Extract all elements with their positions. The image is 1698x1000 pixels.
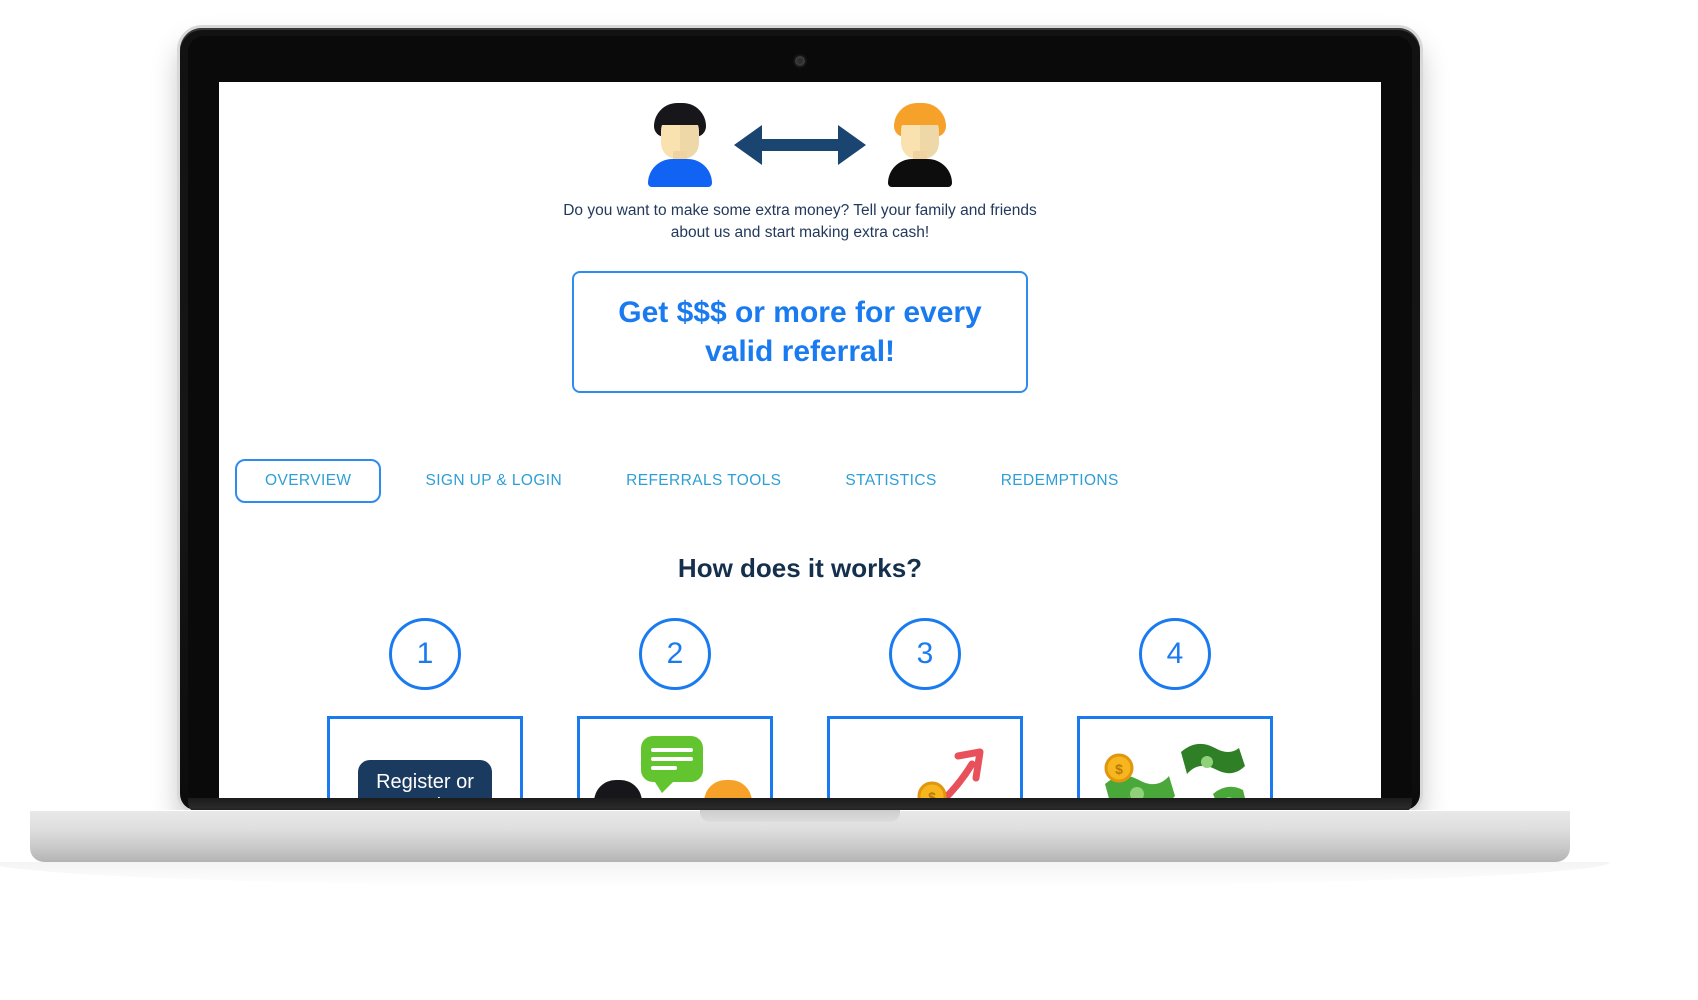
- money-illustration: $ $ $: [1085, 724, 1265, 804]
- screenshot-root: Do you want to make some extra money? Te…: [0, 0, 1698, 1000]
- steps-row: 1 Register or Log in 2: [219, 617, 1381, 804]
- person-black-shirt-icon: [888, 103, 952, 187]
- laptop-base-shadow: [0, 862, 1610, 888]
- tab-overview[interactable]: OVERVIEW: [235, 458, 382, 503]
- hero-subtitle-line-1: Do you want to make some extra money? Te…: [563, 202, 1037, 219]
- webcam-icon: [795, 56, 805, 66]
- laptop-mockup: Do you want to make some extra money? Te…: [0, 28, 1610, 888]
- step-1-card: Register or Log in: [327, 715, 523, 804]
- growth-arrow-illustration: $: [840, 734, 1010, 804]
- laptop-lid: Do you want to make some extra money? Te…: [180, 28, 1420, 814]
- person-blue-shirt-icon: [648, 103, 712, 187]
- laptop-base: [30, 810, 1570, 862]
- cta-line-2: valid referral!: [704, 334, 896, 368]
- hero-subtitle-line-2: about us and start making extra cash!: [670, 224, 930, 242]
- referral-landing-page: Do you want to make some extra money? Te…: [219, 82, 1381, 804]
- tab-sign-up-login[interactable]: SIGN UP & LOGIN: [405, 460, 582, 502]
- step-1: 1 Register or Log in: [327, 617, 523, 804]
- step-4-card: $ $ $: [1077, 715, 1273, 804]
- tab-navigation: OVERVIEW SIGN UP & LOGIN REFERRALS TOOLS…: [235, 458, 1381, 503]
- step-3-card: $: [827, 715, 1023, 804]
- step-4: 4 $: [1077, 617, 1273, 804]
- laptop-bezel: Do you want to make some extra money? Te…: [188, 36, 1412, 804]
- tab-redemptions[interactable]: REDEMPTIONS: [981, 460, 1139, 502]
- chat-avatars-illustration: [585, 734, 765, 804]
- svg-text:$: $: [1115, 761, 1123, 777]
- rising-arrow-icon: $: [917, 748, 984, 804]
- cta-line-1: Get $$$ or more for every: [618, 295, 982, 329]
- hero-illustration: [219, 96, 1381, 194]
- laptop-screen: Do you want to make some extra money? Te…: [219, 82, 1381, 804]
- step-2-number: 2: [639, 617, 711, 690]
- step-3-number: 3: [889, 617, 961, 690]
- double-arrow-icon: [734, 122, 866, 168]
- step-3: 3 $: [827, 617, 1023, 804]
- referral-offer-banner: Get $$$ or more for every valid referral…: [572, 270, 1028, 393]
- tab-statistics[interactable]: STATISTICS: [825, 460, 956, 502]
- step-2-card: [577, 715, 773, 804]
- tab-referrals-tools[interactable]: REFERRALS TOOLS: [606, 460, 801, 502]
- speech-bubble-icon: [641, 735, 703, 793]
- section-title: How does it works?: [677, 552, 923, 583]
- step-4-number: 4: [1139, 617, 1211, 690]
- step-1-number: 1: [389, 617, 461, 690]
- step-2: 2: [577, 617, 773, 804]
- hero-subtitle: Do you want to make some extra money? Te…: [219, 200, 1381, 245]
- money-bills-icon: $ $ $: [1104, 743, 1247, 804]
